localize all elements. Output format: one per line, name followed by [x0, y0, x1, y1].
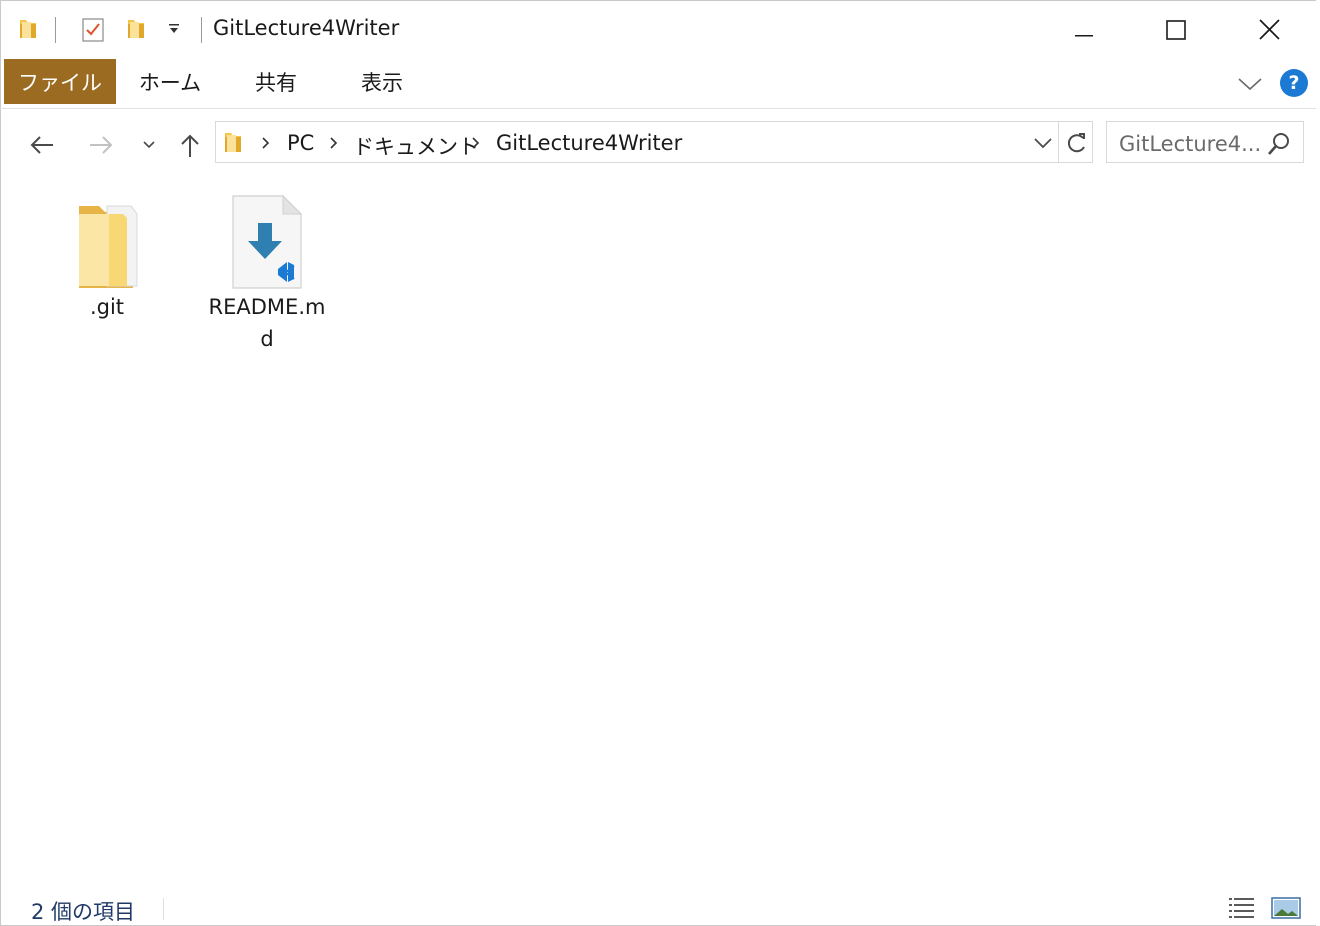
- file-name: .git: [89, 295, 125, 319]
- title-bar: GitLecture4Writer: [0, 0, 1320, 60]
- help-button[interactable]: ?: [1280, 69, 1308, 97]
- folder-icon[interactable]: [17, 17, 39, 41]
- file-name-line1: README.m: [208, 295, 326, 319]
- address-folder-icon: [222, 130, 244, 156]
- address-history-chevron-icon[interactable]: [1032, 134, 1054, 152]
- markdown-file-icon: [227, 194, 307, 289]
- up-arrow-icon[interactable]: [173, 128, 207, 162]
- properties-icon[interactable]: [82, 17, 104, 42]
- breadcrumb-pc[interactable]: PC: [287, 131, 314, 155]
- tab-share[interactable]: 共有: [226, 59, 326, 104]
- folder-icon: [67, 194, 147, 289]
- search-icon[interactable]: [1266, 131, 1292, 157]
- new-folder-icon[interactable]: [125, 17, 147, 41]
- details-view-icon[interactable]: [1227, 895, 1257, 921]
- forward-arrow-icon[interactable]: [84, 128, 118, 162]
- recent-locations-chevron-icon[interactable]: [132, 128, 166, 162]
- address-divider: [1058, 122, 1059, 162]
- tab-file[interactable]: ファイル: [4, 59, 116, 104]
- file-item-readme[interactable]: README.m d: [197, 194, 337, 355]
- breadcrumb-separator-icon[interactable]: [259, 134, 273, 152]
- window-title: GitLecture4Writer: [213, 16, 400, 40]
- maximize-button[interactable]: [1153, 8, 1199, 52]
- breadcrumb-current-folder[interactable]: GitLecture4Writer: [496, 131, 682, 155]
- breadcrumb-separator-icon[interactable]: [469, 134, 483, 152]
- file-name-line2: d: [260, 327, 274, 351]
- ribbon-divider: [0, 108, 1320, 109]
- refresh-icon[interactable]: [1064, 130, 1090, 156]
- quick-access-separator: [55, 17, 56, 43]
- breadcrumb-documents[interactable]: ドキュメント: [353, 131, 479, 161]
- minimize-button[interactable]: [1061, 8, 1107, 52]
- title-separator: [201, 17, 202, 43]
- search-input[interactable]: GitLecture4...: [1119, 132, 1261, 156]
- window-edge: [1316, 0, 1320, 926]
- customize-dropdown-icon[interactable]: [163, 17, 185, 41]
- status-item-count: 2 個の項目: [31, 900, 136, 924]
- file-item-git-folder[interactable]: .git: [37, 194, 177, 323]
- expand-ribbon-chevron-icon[interactable]: [1234, 72, 1266, 96]
- tab-home[interactable]: ホーム: [120, 59, 220, 104]
- breadcrumb-separator-icon[interactable]: [327, 134, 341, 152]
- status-divider: [163, 898, 164, 920]
- close-button[interactable]: [1246, 8, 1292, 52]
- back-arrow-icon[interactable]: [25, 128, 59, 162]
- tab-view[interactable]: 表示: [332, 59, 432, 104]
- large-icons-view-icon[interactable]: [1271, 895, 1301, 921]
